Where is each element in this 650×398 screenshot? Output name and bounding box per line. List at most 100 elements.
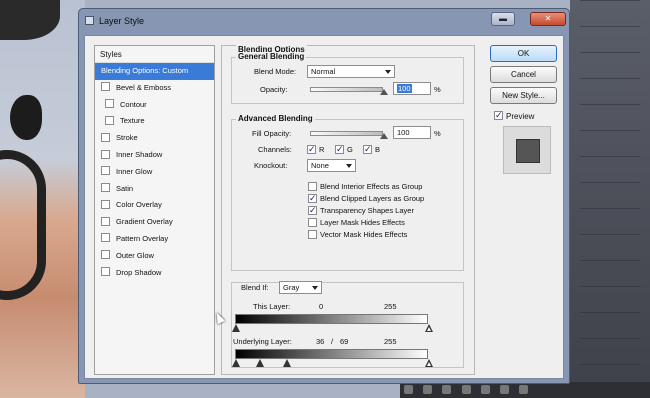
checkbox[interactable] xyxy=(308,193,317,203)
style-checkbox[interactable] xyxy=(101,267,110,277)
checkbox[interactable] xyxy=(308,181,317,191)
style-checkbox[interactable] xyxy=(101,166,110,176)
transparency-shapes-checkbox[interactable]: Transparency Shapes Layer xyxy=(308,205,414,216)
preview-swatch xyxy=(516,139,540,163)
checkbox[interactable] xyxy=(307,144,316,154)
cancel-button[interactable]: Cancel xyxy=(490,66,557,83)
checkbox[interactable] xyxy=(335,144,344,154)
opacity-unit: % xyxy=(434,85,441,94)
layers-panel-rows xyxy=(580,0,640,380)
preview-checkbox[interactable]: Preview xyxy=(494,110,535,122)
style-item-contour[interactable]: Contour xyxy=(95,97,214,114)
checkbox-label: Transparency Shapes Layer xyxy=(320,206,414,215)
blend-clipped-checkbox[interactable]: Blend Clipped Layers as Group xyxy=(308,193,425,204)
knockout-select[interactable]: None xyxy=(307,159,356,172)
style-item-stroke[interactable]: Stroke xyxy=(95,130,214,147)
channel-label: B xyxy=(375,145,381,154)
fill-opacity-slider[interactable] xyxy=(310,131,383,136)
fill-opacity-slider-thumb[interactable] xyxy=(380,133,388,139)
checkbox[interactable] xyxy=(308,229,317,239)
style-item-pattern-overlay[interactable]: Pattern Overlay xyxy=(95,231,214,248)
style-checkbox[interactable] xyxy=(101,82,110,92)
this-layer-gradient xyxy=(235,314,428,324)
link-icon[interactable] xyxy=(404,385,413,394)
opacity-slider[interactable] xyxy=(310,87,383,92)
checkbox-label: Vector Mask Hides Effects xyxy=(320,230,408,239)
blend-if-label: Blend If: xyxy=(241,283,269,292)
underlying-split-slider-right[interactable] xyxy=(283,359,291,368)
style-item-inner-glow[interactable]: Inner Glow xyxy=(95,164,214,181)
checkbox[interactable] xyxy=(363,144,372,154)
checkbox[interactable] xyxy=(308,217,317,227)
trash-icon[interactable] xyxy=(519,385,529,394)
channel-b-checkbox[interactable]: B xyxy=(363,144,381,155)
style-checkbox[interactable] xyxy=(105,115,114,125)
blend-interior-checkbox[interactable]: Blend Interior Effects as Group xyxy=(308,181,422,192)
style-item-color-overlay[interactable]: Color Overlay xyxy=(95,197,214,214)
opacity-slider-thumb[interactable] xyxy=(380,89,388,95)
channel-r-checkbox[interactable]: R xyxy=(307,144,324,155)
style-item-gradient-overlay[interactable]: Gradient Overlay xyxy=(95,214,214,231)
style-checkbox[interactable] xyxy=(101,199,110,209)
underlying-black-slider[interactable] xyxy=(232,359,240,368)
dialog-titlebar[interactable]: Layer Style ▬ ✕ xyxy=(79,9,569,35)
underlying-split-slider-left[interactable] xyxy=(256,359,264,368)
blend-if-select[interactable]: Gray xyxy=(279,281,322,294)
style-checkbox[interactable] xyxy=(101,233,110,243)
slider-triangle-fill xyxy=(427,362,431,366)
mask-icon[interactable] xyxy=(442,385,452,394)
fx-icon[interactable] xyxy=(423,385,433,394)
this-layer-black-slider[interactable] xyxy=(232,324,240,333)
this-layer-label: This Layer: xyxy=(253,302,291,311)
adjustment-icon[interactable] xyxy=(461,385,471,394)
new-layer-icon[interactable] xyxy=(500,385,510,394)
this-layer-white-slider[interactable] xyxy=(425,324,433,333)
style-item-outer-glow[interactable]: Outer Glow xyxy=(95,248,214,265)
style-item-label: Texture xyxy=(120,116,145,126)
ok-button[interactable]: OK xyxy=(490,45,557,62)
style-item-texture[interactable]: Texture xyxy=(95,113,214,130)
blending-options-panel: Blending Options General Blending Blend … xyxy=(221,45,475,375)
minimize-button[interactable]: ▬ xyxy=(491,12,515,26)
styles-list: Styles Blending Options: Custom Bevel & … xyxy=(94,45,215,375)
style-item-satin[interactable]: Satin xyxy=(95,181,214,198)
underlying-white-slider[interactable] xyxy=(425,359,433,368)
slider-triangle xyxy=(232,359,240,367)
folder-icon[interactable] xyxy=(480,385,490,394)
checkbox[interactable] xyxy=(494,110,503,121)
fill-opacity-input[interactable]: 100 xyxy=(393,126,431,139)
style-item-inner-shadow[interactable]: Inner Shadow xyxy=(95,147,214,164)
style-checkbox[interactable] xyxy=(105,99,114,109)
vector-mask-hides-checkbox[interactable]: Vector Mask Hides Effects xyxy=(308,229,408,240)
background-layers-panel xyxy=(570,0,650,398)
style-checkbox[interactable] xyxy=(101,250,110,260)
blend-mode-value: Normal xyxy=(311,67,336,76)
checkbox[interactable] xyxy=(308,205,317,215)
style-checkbox[interactable] xyxy=(101,132,110,142)
checkbox-label: Layer Mask Hides Effects xyxy=(320,218,405,227)
style-checkbox[interactable] xyxy=(101,149,110,159)
underlying-layer-label: Underlying Layer: xyxy=(233,337,292,346)
channel-g-checkbox[interactable]: G xyxy=(335,144,353,155)
style-item-label: Outer Glow xyxy=(116,250,154,260)
blend-mode-select[interactable]: Normal xyxy=(307,65,395,78)
fill-opacity-unit: % xyxy=(434,129,441,138)
layer-mask-hides-checkbox[interactable]: Layer Mask Hides Effects xyxy=(308,217,405,228)
style-item-bevel-emboss[interactable]: Bevel & Emboss xyxy=(95,80,214,97)
style-item-blending-options[interactable]: Blending Options: Custom xyxy=(95,63,214,80)
checkbox-label: Blend Clipped Layers as Group xyxy=(320,194,425,203)
preview-label: Preview xyxy=(506,112,535,121)
style-checkbox[interactable] xyxy=(101,216,110,226)
channels-label: Channels: xyxy=(258,145,292,154)
style-item-label: Bevel & Emboss xyxy=(116,82,172,92)
fill-opacity-value: 100 xyxy=(397,128,410,137)
style-item-label: Color Overlay xyxy=(116,200,162,210)
opacity-input[interactable]: 100 xyxy=(393,82,431,95)
canvas-dark-region xyxy=(0,0,60,40)
close-button[interactable]: ✕ xyxy=(530,12,566,26)
underlying-high-value: 255 xyxy=(384,337,397,346)
blend-mode-label: Blend Mode: xyxy=(254,67,297,76)
style-item-drop-shadow[interactable]: Drop Shadow xyxy=(95,265,214,282)
new-style-button[interactable]: New Style... xyxy=(490,87,557,104)
style-checkbox[interactable] xyxy=(101,183,110,193)
